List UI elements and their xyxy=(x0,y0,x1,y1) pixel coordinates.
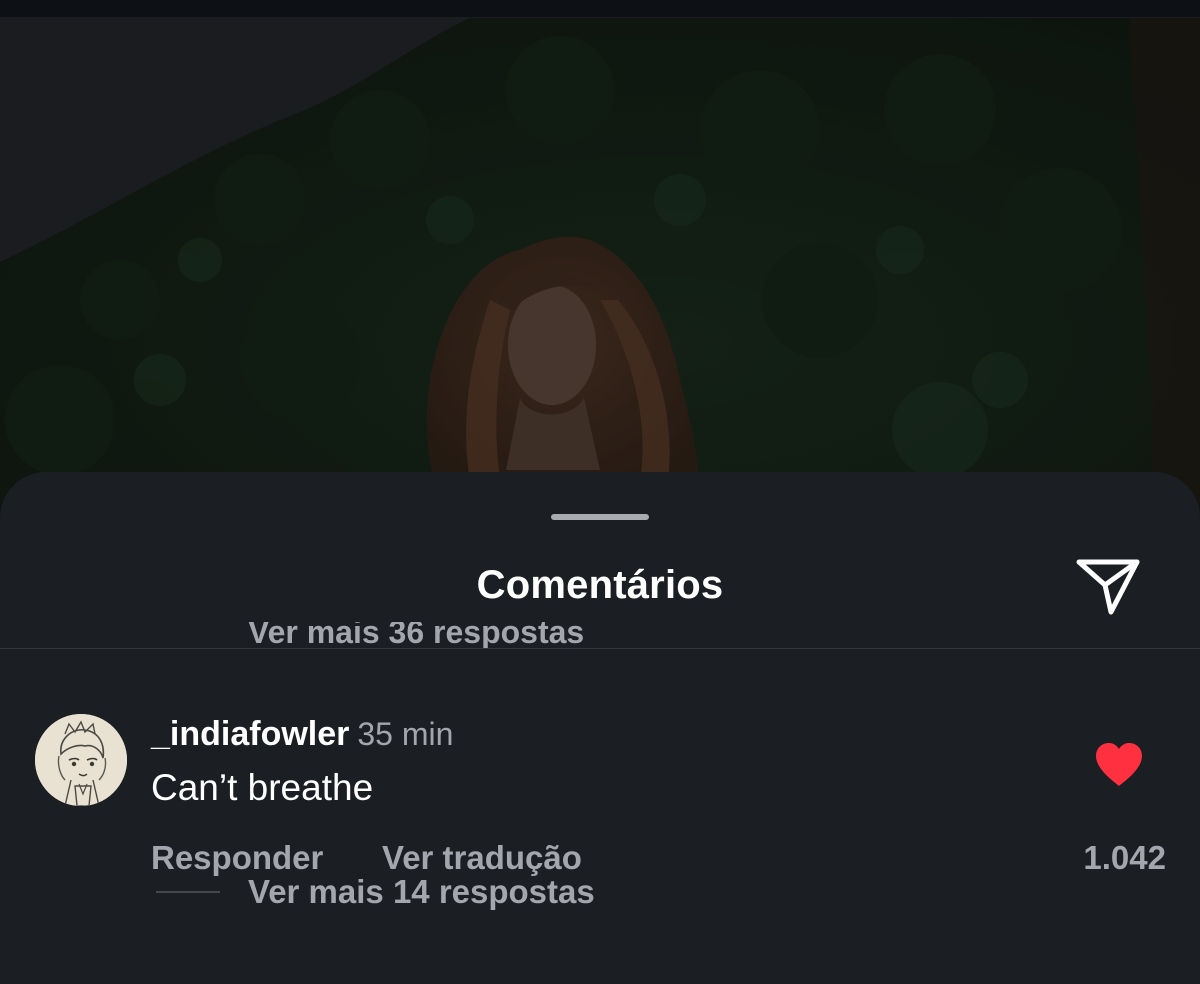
view-more-replies-label: Ver mais 14 respostas xyxy=(248,873,595,910)
comment-meta: _indiafowler 35 min xyxy=(151,712,453,763)
comments-sheet: Comentários Ver mais 36 respostas _india… xyxy=(0,472,1200,984)
sheet-title: Comentários xyxy=(476,563,724,607)
comment-item: _indiafowler 35 min Can’t breathe Respond… xyxy=(0,708,1200,938)
avatar-sketch-image xyxy=(35,714,127,806)
view-more-replies-button[interactable]: Ver mais 14 respostas xyxy=(156,870,595,914)
app-screen: Comentários Ver mais 36 respostas _india… xyxy=(0,0,1200,984)
send-paper-plane-icon xyxy=(1076,559,1140,615)
header-divider xyxy=(0,648,1200,649)
comment-timestamp: 35 min xyxy=(357,716,454,752)
sheet-grabber-handle[interactable] xyxy=(551,514,649,520)
heart-filled-icon xyxy=(1096,743,1142,786)
comment-username[interactable]: _indiafowler xyxy=(151,715,349,753)
scrolled-content-clip: Ver mais 36 respostas xyxy=(0,622,1200,648)
replies-thread-line xyxy=(156,891,220,893)
share-button[interactable] xyxy=(1068,550,1148,620)
like-button[interactable] xyxy=(1094,742,1144,788)
comment-text: Can’t breathe xyxy=(151,767,374,808)
status-bar-strip xyxy=(0,0,1200,17)
previous-view-more-replies[interactable]: Ver mais 36 respostas xyxy=(248,622,584,648)
like-count: 1.042 xyxy=(1083,839,1166,876)
avatar[interactable] xyxy=(35,714,127,806)
